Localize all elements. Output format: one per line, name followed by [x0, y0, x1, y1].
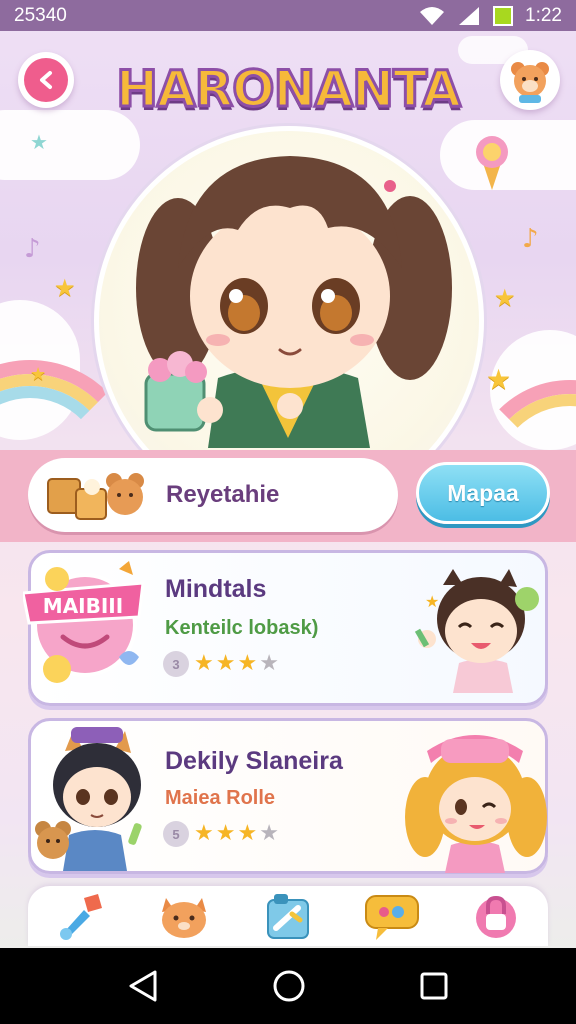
signal-icon	[459, 6, 480, 25]
app-title: HARONANTA	[115, 59, 463, 120]
back-triangle-icon[interactable]	[127, 969, 159, 1003]
search-field[interactable]: Reyetahie	[28, 458, 398, 532]
card-title: Dekily Slaneira	[165, 747, 343, 775]
toys-icon	[47, 473, 144, 520]
action-button[interactable]: Mapaa	[416, 462, 550, 524]
star-icon: ★	[237, 821, 258, 846]
chevron-left-icon	[24, 58, 68, 102]
bottom-nav	[28, 886, 548, 946]
star-icon: ★	[30, 130, 48, 154]
wifi-icon	[420, 6, 445, 25]
nav-item-paint[interactable]	[49, 889, 111, 943]
badge-sticker-icon: MAIBIII	[23, 561, 145, 683]
nav-item-lock[interactable]	[465, 889, 527, 943]
search-label: Reyetahie	[166, 481, 280, 508]
roller-icon	[267, 894, 309, 939]
star-icon: ★	[194, 821, 214, 846]
bear-icon	[162, 898, 206, 938]
blonde-girl-illustration	[405, 735, 547, 873]
system-navigation-bar	[0, 948, 576, 1024]
star-icon: ★	[30, 364, 47, 385]
rating-number: 5	[163, 821, 189, 847]
status-time-right: 1:22	[525, 4, 562, 26]
recents-square-icon[interactable]	[419, 971, 449, 1001]
chat-bubble-icon	[365, 895, 419, 940]
music-note-icon: ♪	[522, 224, 539, 254]
star-icon: ★	[237, 651, 258, 676]
star-icon: ★	[259, 651, 279, 676]
rating-number: 3	[163, 651, 189, 677]
status-bar: 25340 1:22	[0, 0, 576, 31]
svg-text:★: ★	[425, 592, 439, 611]
card-subtitle: Kenteilc lobask)	[165, 617, 319, 639]
ice-cream-icon	[476, 136, 508, 190]
home-circle-icon[interactable]	[272, 969, 306, 1003]
status-time-left: 25340	[14, 4, 67, 26]
nav-item-decorate[interactable]	[257, 889, 319, 943]
star-rating: 3 ★ ★ ★ ★	[163, 651, 279, 677]
boy-with-bear-illustration	[35, 727, 142, 871]
music-note-icon: ♪	[24, 234, 41, 264]
card-title: Mindtals	[165, 575, 267, 603]
list-item[interactable]: MAIBIII Mindtals Kenteilc lobask) 3 ★ ★ …	[23, 550, 548, 706]
list-item[interactable]: Dekily Slaneira Maiea Rolle 5 ★ ★ ★ ★	[28, 718, 548, 874]
star-icon: ★	[494, 284, 516, 312]
star-icon: ★	[54, 274, 76, 302]
profile-avatar-button[interactable]	[500, 50, 560, 110]
badge-text: MAIBIII	[43, 594, 123, 618]
lock-icon	[476, 895, 516, 938]
battery-icon	[493, 5, 514, 26]
star-icon: ★	[215, 821, 236, 846]
cat-ear-girl-illustration: ★	[414, 569, 539, 693]
star-icon: ★	[259, 821, 279, 846]
star-icon: ★	[215, 651, 236, 676]
star-rating: 5 ★ ★ ★ ★	[163, 821, 279, 847]
hero-character-illustration	[136, 156, 452, 448]
bear-avatar-icon	[511, 62, 549, 103]
status-icons: 1:22	[419, 5, 562, 27]
star-icon: ★	[486, 363, 512, 396]
card-subtitle: Maiea Rolle	[165, 787, 276, 809]
back-button[interactable]	[18, 52, 74, 108]
nav-item-chat[interactable]	[361, 889, 423, 943]
star-icon: ★	[194, 651, 214, 676]
nav-item-friends[interactable]	[153, 889, 215, 943]
paintbrush-icon	[60, 894, 102, 940]
